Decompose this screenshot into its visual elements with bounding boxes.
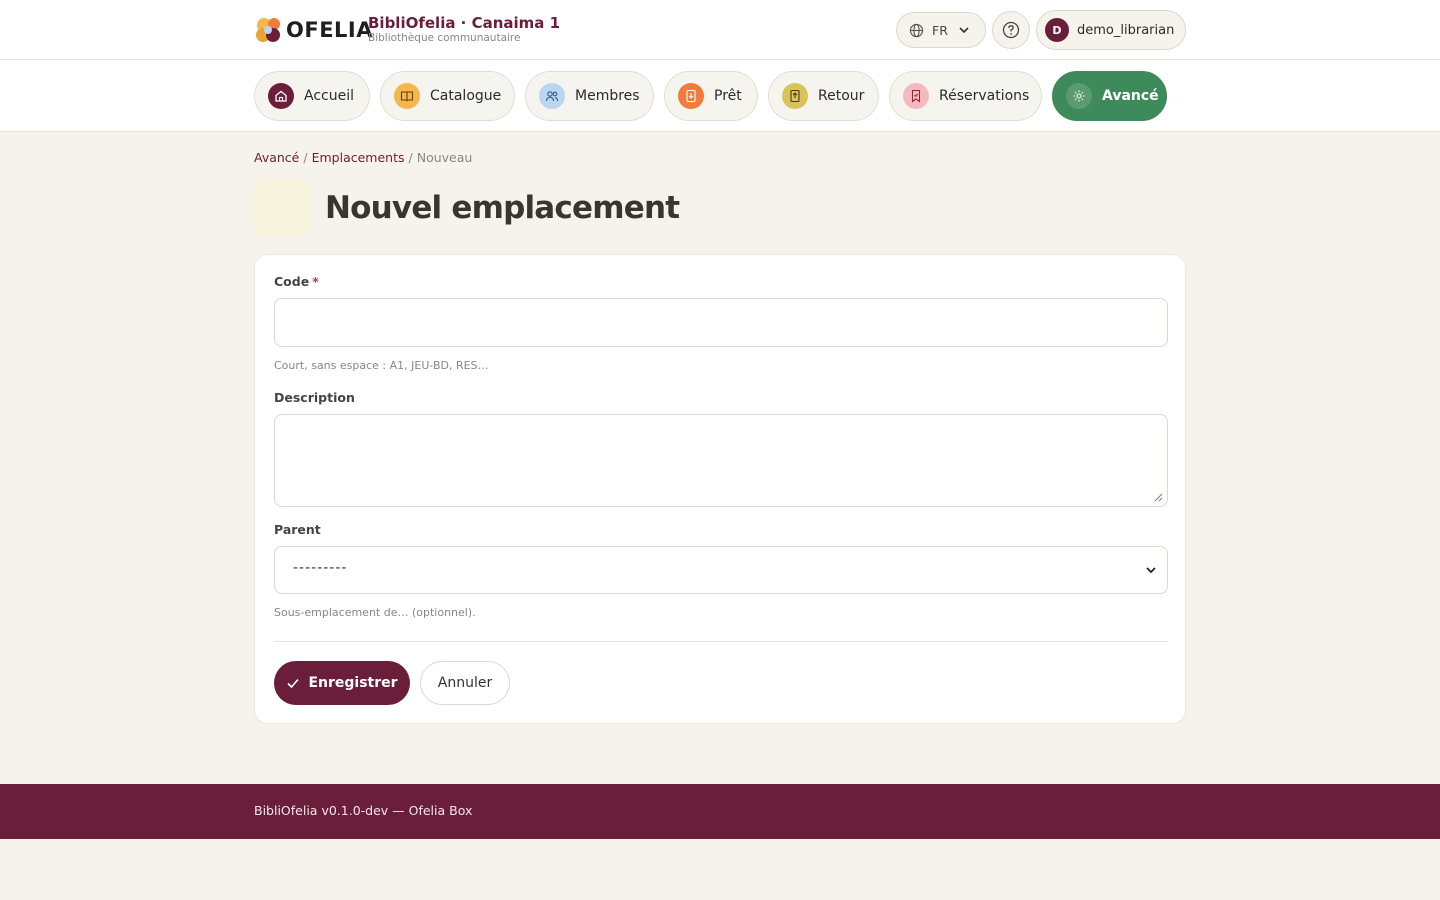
user-menu[interactable]: D demo_librarian <box>1036 10 1186 50</box>
cancel-button[interactable]: Annuler <box>420 661 510 705</box>
resize-handle-icon[interactable] <box>1154 493 1163 502</box>
parent-selected-value: --------- <box>293 560 348 576</box>
globe-icon <box>909 23 924 37</box>
language-selector[interactable]: FR <box>896 12 986 48</box>
save-button[interactable]: Enregistrer <box>274 661 410 705</box>
nav-item-retour[interactable]: Retour <box>768 71 879 121</box>
required-marker: * <box>312 274 319 289</box>
breadcrumb-link-avance[interactable]: Avancé <box>254 150 299 165</box>
users-icon <box>539 83 565 109</box>
cancel-button-label: Annuler <box>437 675 493 691</box>
footer: BibliOfelia v0.1.0-dev — Ofelia Box <box>0 784 1440 839</box>
breadcrumb: Avancé / Emplacements / Nouveau <box>254 150 472 165</box>
ofelia-logo[interactable]: OFELIA <box>254 14 373 46</box>
nav-item-reservations[interactable]: Réservations <box>889 71 1042 121</box>
brand-subtitle: Bibliothèque communautaire <box>368 32 521 44</box>
nav-label: Avancé <box>1102 88 1159 104</box>
divider <box>274 641 1168 642</box>
code-label-text: Code <box>274 274 310 289</box>
parent-help-text: Sous-emplacement de… (optionnel). <box>274 606 476 619</box>
code-label: Code * <box>274 274 319 289</box>
help-icon <box>1002 21 1020 39</box>
nav-item-avance[interactable]: Avancé <box>1052 71 1167 121</box>
nav-label: Catalogue <box>430 88 502 104</box>
ofelia-logo-mark <box>256 18 280 42</box>
parent-label: Parent <box>274 522 321 537</box>
avatar: D <box>1045 18 1069 42</box>
breadcrumb-current: Nouveau <box>416 150 473 165</box>
bookmark-icon <box>903 83 929 109</box>
help-button[interactable] <box>992 11 1030 49</box>
top-bar: OFELIA BibliOfelia · Canaima 1 Bibliothè… <box>0 0 1440 60</box>
nav-item-catalogue[interactable]: Catalogue <box>380 71 515 121</box>
username: demo_librarian <box>1077 22 1175 38</box>
chevron-down-icon <box>959 27 969 34</box>
breadcrumb-link-emplacements[interactable]: Emplacements <box>312 150 405 165</box>
gear-icon <box>1066 83 1092 109</box>
main-nav: Accueil Catalogue Membres Prêt Retour Ré… <box>0 60 1440 132</box>
language-code: FR <box>932 22 948 38</box>
code-input[interactable] <box>274 298 1168 347</box>
chevron-down-icon <box>1146 567 1156 574</box>
nav-item-membres[interactable]: Membres <box>525 71 654 121</box>
page-title: Nouvel emplacement <box>325 190 680 226</box>
description-textarea[interactable] <box>274 414 1168 507</box>
brand-block: BibliOfelia · Canaima 1 Bibliothèque com… <box>368 14 560 45</box>
home-icon <box>268 83 294 109</box>
brand-name: BibliOfelia · Canaima 1 <box>368 14 561 32</box>
logo-text: OFELIA <box>286 18 373 42</box>
parent-select[interactable]: --------- <box>274 546 1168 594</box>
code-help-text: Court, sans espace : A1, JEU-BD, RES… <box>274 359 489 372</box>
footer-text: BibliOfelia v0.1.0-dev — Ofelia Box <box>254 803 473 818</box>
nav-item-accueil[interactable]: Accueil <box>254 71 370 121</box>
return-icon <box>782 83 808 109</box>
checkout-icon <box>678 83 704 109</box>
nav-label: Prêt <box>714 88 742 104</box>
breadcrumb-separator: / <box>408 150 413 165</box>
breadcrumb-separator: / <box>303 150 308 165</box>
nav-label: Membres <box>575 88 640 104</box>
location-form: Code * Court, sans espace : A1, JEU-BD, R… <box>254 254 1186 724</box>
page-title-icon <box>254 180 310 236</box>
book-open-icon <box>394 83 420 109</box>
check-icon <box>287 678 300 689</box>
nav-item-pret[interactable]: Prêt <box>664 71 758 121</box>
description-label: Description <box>274 390 355 405</box>
save-button-label: Enregistrer <box>308 675 398 691</box>
nav-label: Accueil <box>304 88 354 104</box>
nav-label: Retour <box>818 88 865 104</box>
nav-label: Réservations <box>939 88 1030 104</box>
